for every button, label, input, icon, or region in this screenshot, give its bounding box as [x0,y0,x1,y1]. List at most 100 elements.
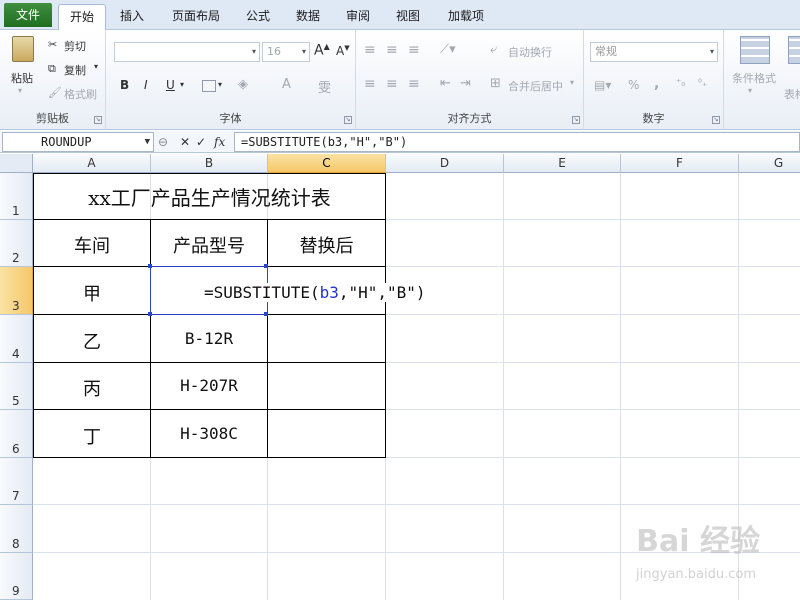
watermark-logo: Bai 经验 [636,524,760,559]
cell-model[interactable]: H-207R [151,376,267,395]
cell-edit-formula[interactable]: =SUBSTITUTE(b3,"H","B") [204,283,426,302]
conditional-format-button[interactable]: 条件格式 [732,70,776,86]
align-right-icon[interactable]: ≡ [408,76,420,92]
tab-insert[interactable]: 插入 [112,4,152,30]
increase-indent-icon[interactable]: ⇥ [460,76,471,91]
name-box-dropdown-icon[interactable]: ▼ [145,133,150,151]
merge-center-icon[interactable]: ⊞ [490,76,501,91]
tab-formulas[interactable]: 公式 [238,4,278,30]
column-header-f[interactable]: F [621,154,739,173]
underline-button[interactable]: U [166,78,175,92]
shrink-font-icon[interactable]: A▼ [336,44,350,58]
header-workshop[interactable]: 车间 [34,232,150,258]
font-color-icon[interactable]: A [282,77,291,92]
percent-button[interactable]: % [628,78,639,92]
select-all-corner[interactable] [0,154,33,173]
tab-home[interactable]: 开始 [58,4,106,31]
decrease-indent-icon[interactable]: ⇤ [440,76,451,91]
number-launcher-icon[interactable]: ↘ [712,116,720,124]
paste-dropdown-icon[interactable]: ▾ [18,86,22,95]
reference-handle[interactable] [264,312,268,316]
orientation-icon[interactable]: ⟋▾ [440,42,456,57]
decrease-decimal-icon[interactable]: ⁰₊ [698,78,707,89]
row-header-9[interactable]: 9 [0,553,33,600]
format-as-table-icon[interactable] [788,36,800,64]
column-header-b[interactable]: B [151,154,268,173]
paste-icon[interactable] [12,36,34,62]
bold-button[interactable]: B [120,78,129,92]
align-middle-icon[interactable]: ≡ [386,42,398,58]
conditional-format-dropdown-icon[interactable]: ▾ [748,86,752,95]
cell-model[interactable]: H-308C [151,424,267,443]
tab-view[interactable]: 视图 [388,4,428,30]
insert-function-icon[interactable]: fx [214,133,225,151]
currency-icon[interactable]: ▤▾ [594,78,611,92]
reference-handle[interactable] [148,312,152,316]
tab-addins[interactable]: 加载项 [440,4,492,30]
row-header-5[interactable]: 5 [0,363,33,410]
expand-icon[interactable]: ⊖ [158,133,168,151]
row-header-4[interactable]: 4 [0,315,33,363]
merge-center-button[interactable]: 合并后居中 [508,78,563,94]
format-as-table-button[interactable]: 表格 [784,86,800,102]
reference-handle[interactable] [148,264,152,268]
cancel-icon[interactable]: ✕ [180,133,190,151]
format-painter-button[interactable]: 格式刷 [64,86,97,102]
enter-icon[interactable]: ✓ [196,133,206,151]
table-border [33,219,386,220]
column-header-c[interactable]: C [268,154,386,173]
row-header-7[interactable]: 7 [0,458,33,505]
tab-file[interactable]: 文件 [4,3,52,27]
cell-workshop[interactable]: 丁 [34,423,150,449]
column-header-g[interactable]: G [739,154,800,173]
borders-icon[interactable] [202,80,216,92]
cell-workshop[interactable]: 丙 [34,375,150,401]
align-center-icon[interactable]: ≡ [386,76,398,92]
reference-handle[interactable] [264,264,268,268]
underline-dropdown-icon[interactable]: ▾ [180,80,184,89]
font-launcher-icon[interactable]: ↘ [344,116,352,124]
wrap-text-button[interactable]: 自动换行 [508,44,552,60]
row-header-3[interactable]: 3 [0,267,33,315]
clipboard-launcher-icon[interactable]: ↘ [94,116,102,124]
cell-model[interactable]: B-12R [151,329,267,348]
formula-input[interactable]: =SUBSTITUTE(b3,"H","B") [234,132,800,152]
cut-button[interactable]: 剪切 [64,38,86,54]
font-name-combo[interactable]: ▾ [114,42,260,62]
row-header-1[interactable]: 1 [0,173,33,220]
tab-review[interactable]: 审阅 [338,4,378,30]
grow-font-icon[interactable]: A▲ [314,42,330,59]
table-title[interactable]: xx工厂产品生产情况统计表 [34,182,385,211]
tab-data[interactable]: 数据 [288,4,328,30]
row-header-6[interactable]: 6 [0,410,33,458]
align-bottom-icon[interactable]: ≡ [408,42,420,58]
align-left-icon[interactable]: ≡ [364,76,376,92]
tab-page-layout[interactable]: 页面布局 [160,4,232,30]
cell-workshop[interactable]: 甲 [34,280,150,306]
wrap-text-icon[interactable]: ⤶ [490,42,497,57]
cell-workshop[interactable]: 乙 [34,328,150,354]
column-header-a[interactable]: A [33,154,151,173]
alignment-launcher-icon[interactable]: ↘ [572,116,580,124]
align-top-icon[interactable]: ≡ [364,42,376,58]
comma-button[interactable]: , [654,76,659,92]
conditional-format-icon[interactable] [740,36,770,64]
header-replaced[interactable]: 替换后 [268,232,385,258]
row-header-2[interactable]: 2 [0,220,33,267]
copy-button[interactable]: 复制 [64,62,86,78]
phonetic-icon[interactable]: 雯 [318,77,331,96]
row-header-8[interactable]: 8 [0,505,33,553]
column-header-e[interactable]: E [504,154,621,173]
paste-button[interactable]: 粘贴 [11,70,33,86]
header-model[interactable]: 产品型号 [151,232,267,258]
fill-color-icon[interactable]: ◈ [238,77,248,92]
italic-button[interactable]: I [144,78,148,92]
column-header-d[interactable]: D [386,154,504,173]
copy-dropdown-icon[interactable]: ▾ [94,62,98,71]
number-format-combo[interactable]: 常规 ▾ [590,42,718,62]
increase-decimal-icon[interactable]: ⁺₀ [676,78,685,89]
merge-dropdown-icon[interactable]: ▾ [570,78,574,87]
font-size-combo[interactable]: 16 ▾ [262,42,310,62]
name-box[interactable]: ROUNDUP ▼ [2,132,154,152]
borders-dropdown-icon[interactable]: ▾ [218,80,222,89]
